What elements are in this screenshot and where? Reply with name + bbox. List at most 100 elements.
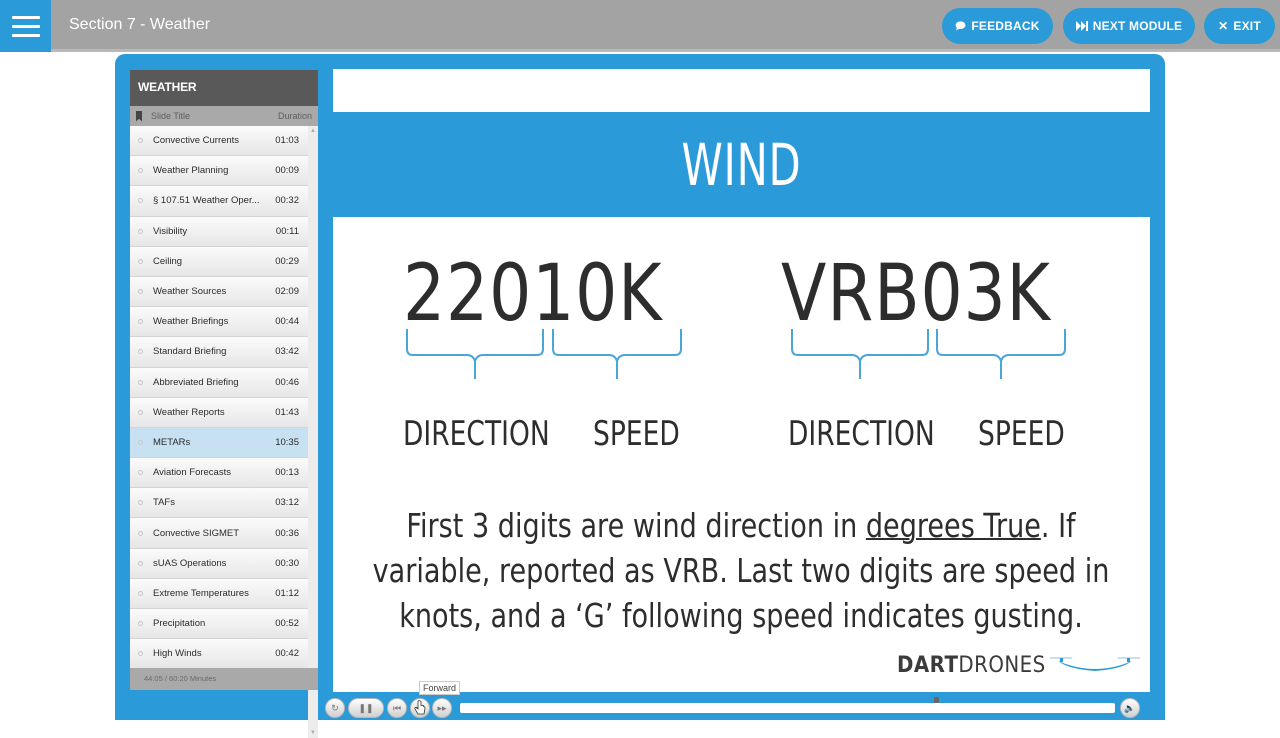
top-bar: Section 7 - Weather FEEDBACK NEXT MODULE… (0, 0, 1280, 52)
status-dot-icon (138, 530, 143, 536)
next-module-button[interactable]: NEXT MODULE (1063, 8, 1195, 44)
outline-item[interactable]: METARs 10:35 (130, 427, 308, 459)
status-dot-icon (138, 560, 143, 566)
status-dot-icon (138, 379, 143, 385)
exit-button[interactable]: ✕ EXIT (1204, 8, 1275, 44)
outline-item-duration: 10:35 (275, 436, 299, 448)
outline-item-title: § 107.51 Weather Oper... (153, 195, 260, 207)
hamburger-icon (11, 33, 40, 37)
outline-item-title: Convective Currents (153, 135, 240, 147)
speed-label-2: SPEED (978, 414, 1065, 454)
previous-icon: ⏮ (392, 702, 402, 713)
outline-item-title: Convective SIGMET (153, 527, 240, 539)
outline-item-title: Precipitation (153, 618, 206, 630)
outline-item-duration: 00:29 (275, 255, 299, 267)
slide-title: WIND (681, 131, 802, 199)
next-module-label: NEXT MODULE (1092, 19, 1183, 33)
outline-item[interactable]: Weather Sources 02:09 (130, 276, 308, 308)
close-icon: ✕ (1218, 19, 1229, 33)
speed-brace-2 (936, 329, 1066, 379)
hamburger-icon (11, 24, 40, 28)
outline-item[interactable]: Weather Reports 01:43 (130, 397, 308, 428)
slide-content: WIND 22010K VRB03K DIRECTION SPEED DIREC… (333, 69, 1150, 692)
scroll-down-icon[interactable]: ▼ (310, 730, 316, 736)
outline-item-duration: 00:44 (275, 316, 299, 328)
direction-brace-1 (406, 329, 544, 379)
outline-item[interactable]: Visibility 00:11 (130, 216, 308, 247)
outline-item-title: METARs (153, 436, 191, 448)
outline-item[interactable]: Aviation Forecasts 00:13 (130, 458, 308, 489)
outline-item-title: Weather Sources (153, 286, 227, 298)
fast-forward-button[interactable]: ▸▸ (432, 698, 452, 718)
outline-item[interactable]: Precipitation 00:52 (130, 609, 308, 640)
wind-code-example-2: VRB03K (781, 249, 1051, 339)
outline-item[interactable]: Standard Briefing 03:42 (130, 337, 308, 368)
outline-item-title: sUAS Operations (153, 557, 227, 569)
outline-item-duration: 01:43 (275, 406, 299, 418)
outline-item-title: Extreme Temperatures (153, 587, 249, 599)
slide-outline: WEATHER Slide Title Duration Convective … (130, 70, 318, 738)
menu-button[interactable] (0, 0, 51, 52)
outline-scrollbar[interactable]: ▲ ▼ (308, 126, 318, 738)
outline-item[interactable]: High Winds 00:42 (130, 639, 308, 670)
status-dot-icon (138, 590, 143, 596)
column-slide-title: Slide Title (151, 111, 191, 121)
outline-item-title: Weather Planning (153, 165, 229, 177)
outline-item[interactable]: Abbreviated Briefing 00:46 (130, 367, 308, 398)
hand-cursor-icon (414, 700, 426, 715)
volume-icon: 🔈 (1124, 702, 1136, 713)
hamburger-icon (11, 15, 40, 19)
outline-total-time: 44:05 / 60:20 Minutes (130, 668, 318, 690)
outline-item[interactable]: Weather Planning 00:09 (130, 156, 308, 187)
outline-item-title: Standard Briefing (153, 346, 227, 358)
logo-regular: DRONES (958, 653, 1046, 678)
outline-item-duration: 02:09 (275, 286, 299, 298)
feedback-button[interactable]: FEEDBACK (942, 8, 1053, 44)
outline-item-duration: 03:12 (275, 497, 299, 509)
outline-item[interactable]: Extreme Temperatures 01:12 (130, 578, 308, 609)
status-dot-icon (138, 470, 143, 476)
outline-item-duration: 00:11 (275, 225, 299, 237)
speed-brace-1 (552, 329, 682, 379)
seek-bar[interactable] (460, 703, 1115, 713)
status-dot-icon (138, 439, 143, 445)
outline-item[interactable]: TAFs 03:12 (130, 488, 308, 519)
outline-item[interactable]: sUAS Operations 00:30 (130, 548, 308, 579)
wind-description: First 3 digits are wind direction in deg… (353, 503, 1130, 638)
previous-button[interactable]: ⏮ (387, 698, 407, 718)
skip-forward-icon (1075, 21, 1088, 31)
pause-button[interactable]: ❚❚ (348, 698, 384, 718)
outline-item-title: High Winds (153, 648, 202, 660)
dartdrones-logo: DARTDRONES (897, 653, 1141, 678)
pause-icon: ❚❚ (358, 702, 374, 713)
outline-item-title: Abbreviated Briefing (153, 376, 239, 388)
outline-item-title: Aviation Forecasts (153, 467, 231, 479)
outline-item-title: Visibility (153, 225, 188, 237)
status-dot-icon (138, 349, 143, 355)
replay-button[interactable]: ↻ (325, 698, 345, 718)
direction-label-1: DIRECTION (403, 414, 550, 454)
fast-forward-icon: ▸▸ (437, 702, 447, 713)
course-progress-bar (0, 49, 1280, 52)
outline-item[interactable]: Ceiling 00:29 (130, 246, 308, 277)
course-progress-fill (0, 49, 52, 52)
outline-item[interactable]: Convective Currents 01:03 (130, 126, 308, 157)
bookmark-icon[interactable] (136, 110, 142, 122)
exit-label: EXIT (1233, 19, 1261, 33)
scroll-up-icon[interactable]: ▲ (310, 128, 316, 134)
status-dot-icon (138, 621, 143, 627)
description-text: First 3 digits are wind direction in (406, 506, 866, 545)
outline-item[interactable]: § 107.51 Weather Oper... 00:32 (130, 186, 308, 217)
status-dot-icon (138, 138, 143, 144)
seek-handle[interactable] (934, 697, 940, 703)
section-title: Section 7 - Weather (69, 16, 211, 33)
status-dot-icon (138, 289, 143, 295)
outline-item-duration: 00:09 (275, 165, 299, 177)
outline-item[interactable]: Weather Briefings 00:44 (130, 307, 308, 338)
status-dot-icon (138, 168, 143, 174)
outline-item[interactable]: Convective SIGMET 00:36 (130, 518, 308, 549)
outline-item-duration: 00:30 (275, 557, 299, 569)
volume-button[interactable]: 🔈 (1120, 698, 1140, 718)
status-dot-icon (138, 651, 143, 657)
direction-brace-2 (791, 329, 929, 379)
